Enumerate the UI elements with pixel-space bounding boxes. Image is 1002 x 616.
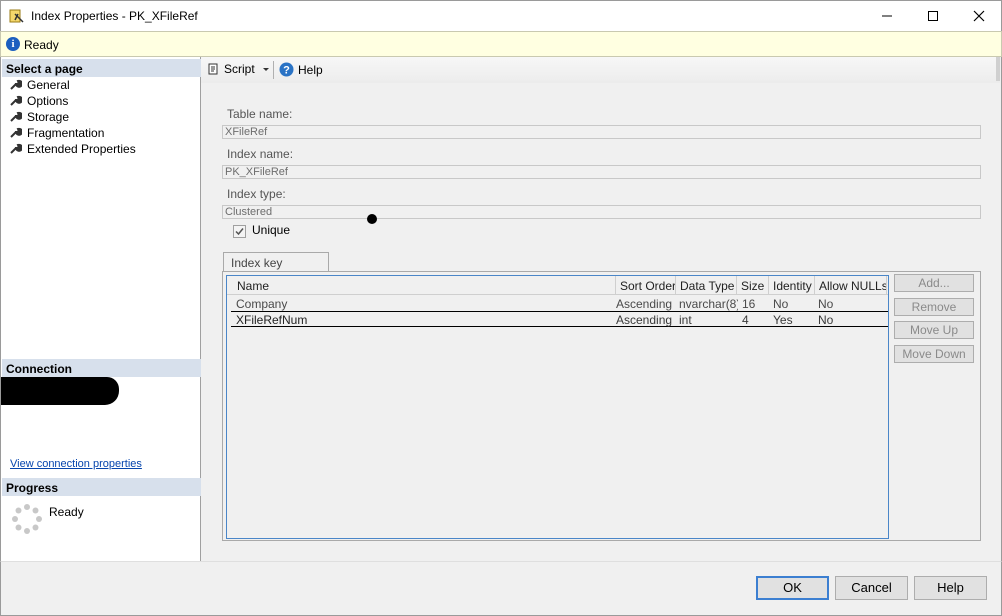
column-header-name[interactable]: Name: [233, 276, 616, 295]
page-item-fragmentation[interactable]: Fragmentation: [9, 125, 104, 140]
table-name-field: XFileRef: [222, 125, 981, 139]
page-item-general[interactable]: General: [9, 77, 70, 92]
connection-header: Connection: [2, 359, 201, 377]
ok-button[interactable]: OK: [756, 576, 829, 600]
status-bar: i Ready: [0, 31, 1002, 57]
toolbar: Script ? Help: [201, 57, 1000, 83]
page-item-label: General: [27, 77, 70, 92]
help-icon: ?: [279, 62, 294, 77]
cell-name: XFileRefNum: [236, 313, 308, 327]
wrench-icon: [10, 79, 22, 90]
wrench-icon: [10, 111, 22, 122]
maximize-icon: [928, 11, 938, 21]
help-label: Help: [298, 62, 323, 77]
cell-allow-nulls: No: [818, 297, 834, 311]
mouse-cursor: [367, 214, 377, 224]
maximize-button[interactable]: [910, 1, 956, 31]
dialog-button-bar: OK Cancel Help: [0, 561, 1002, 616]
main-panel: Script ? Help Table name: XFileRef Index…: [201, 57, 1002, 561]
table-row[interactable]: XFileRefNum Ascending int 4 Yes No: [231, 311, 888, 327]
status-text: Ready: [24, 38, 59, 52]
left-panel: Select a page General Options Storage Fr…: [0, 57, 201, 561]
cell-data-type: int: [679, 313, 692, 327]
tab-index-key-columns[interactable]: Index key columns: [223, 252, 329, 284]
page-item-extended-properties[interactable]: Extended Properties: [9, 141, 136, 156]
move-down-button[interactable]: Move Down: [894, 345, 974, 363]
move-up-button[interactable]: Move Up: [894, 321, 974, 339]
scrollbar[interactable]: [996, 57, 1000, 81]
column-header-sort-order[interactable]: Sort Order: [616, 276, 676, 295]
page-item-label: Options: [27, 93, 69, 108]
help-toolbar-button[interactable]: ? Help: [279, 62, 323, 77]
minimize-icon: [882, 15, 892, 17]
cancel-button[interactable]: Cancel: [835, 576, 908, 600]
info-icon: i: [6, 37, 20, 51]
close-icon: [973, 10, 985, 22]
title-bar: Index Properties - PK_XFileRef: [0, 0, 1002, 31]
grid-header: Name Sort Order Data Type Size Identity …: [227, 276, 888, 295]
index-properties-icon: [9, 9, 24, 23]
page-item-label: Fragmentation: [27, 125, 105, 140]
tab-body: Name Sort Order Data Type Size Identity …: [222, 271, 981, 541]
column-header-identity[interactable]: Identity: [769, 276, 815, 295]
cell-allow-nulls: No: [818, 313, 834, 327]
redacted-connection-info: [1, 377, 119, 405]
add-column-button[interactable]: Add...: [894, 274, 974, 292]
script-label: Script: [224, 62, 255, 76]
page-item-options[interactable]: Options: [9, 93, 68, 108]
page-item-label: Extended Properties: [27, 141, 136, 156]
toolbar-separator: [273, 61, 274, 79]
column-header-size[interactable]: Size: [737, 276, 769, 295]
column-header-allow-nulls[interactable]: Allow NULLs: [815, 276, 887, 295]
select-page-header: Select a page: [2, 59, 201, 77]
close-button[interactable]: [956, 1, 1002, 31]
progress-status-text: Ready: [49, 505, 84, 519]
cell-size: 4: [742, 313, 749, 327]
wrench-icon: [10, 127, 22, 138]
cell-name: Company: [236, 297, 288, 311]
column-header-data-type[interactable]: Data Type: [676, 276, 737, 295]
progress-spinner-icon: [12, 504, 42, 534]
index-type-label: Index type:: [227, 187, 286, 201]
index-key-columns-grid[interactable]: Name Sort Order Data Type Size Identity …: [226, 275, 889, 539]
cell-identity: Yes: [773, 313, 793, 327]
index-type-field: Clustered: [222, 205, 981, 219]
page-item-label: Storage: [27, 109, 70, 124]
table-row[interactable]: Company Ascending nvarchar(8) 16 No No: [231, 296, 888, 312]
remove-column-button[interactable]: Remove: [894, 298, 974, 316]
page-item-storage[interactable]: Storage: [9, 109, 69, 124]
wrench-icon: [10, 95, 22, 106]
window-title: Index Properties - PK_XFileRef: [31, 9, 198, 23]
cell-identity: No: [773, 297, 789, 311]
cell-sort-order: Ascending: [616, 297, 673, 311]
unique-checkbox[interactable]: [233, 225, 246, 238]
table-name-label: Table name:: [227, 107, 293, 121]
minimize-button[interactable]: [864, 1, 910, 31]
index-name-field: PK_XFileRef: [222, 165, 981, 179]
index-name-label: Index name:: [227, 147, 294, 161]
cell-size: 16: [742, 297, 756, 311]
help-button[interactable]: Help: [914, 576, 987, 600]
cell-sort-order: Ascending: [616, 313, 673, 327]
view-connection-properties-link[interactable]: View connection properties: [10, 458, 142, 470]
unique-label: Unique: [252, 223, 291, 237]
svg-text:?: ?: [283, 65, 290, 77]
dropdown-arrow-icon: [262, 68, 269, 71]
wrench-icon: [10, 143, 22, 154]
script-button[interactable]: Script: [206, 62, 271, 76]
cell-data-type: nvarchar(8): [679, 297, 738, 311]
checkmark-icon: [235, 228, 244, 236]
progress-header: Progress: [2, 478, 201, 496]
script-icon: [208, 63, 218, 75]
